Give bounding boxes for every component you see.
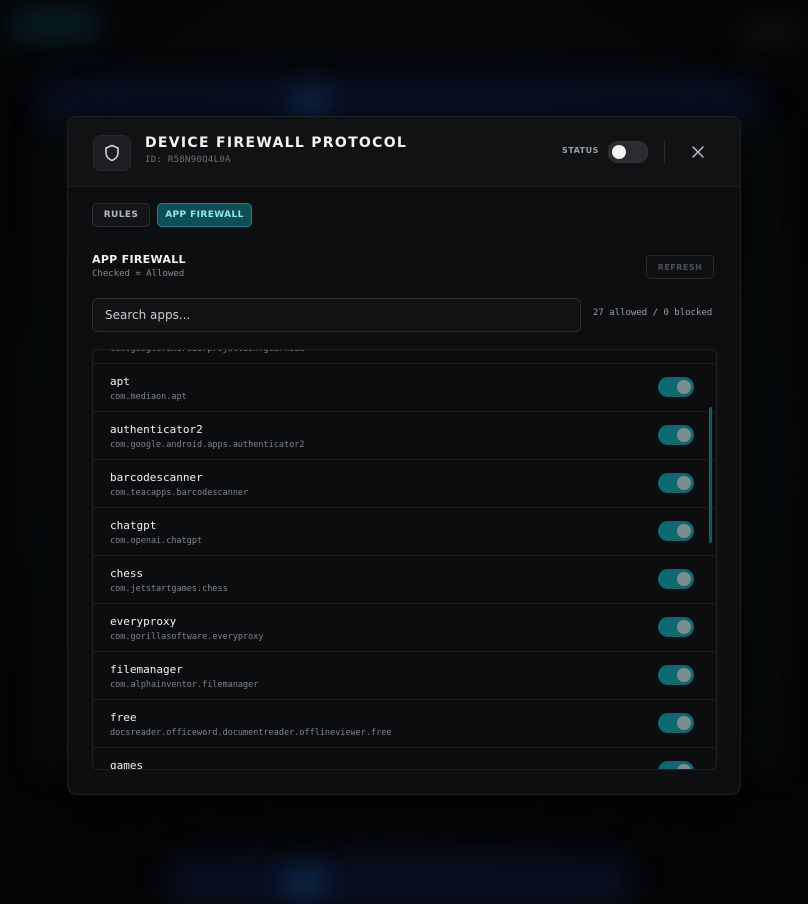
close-button[interactable] [686,141,710,163]
app-package: com.openai.chatgpt [110,536,203,546]
toggle-knob [677,524,691,538]
toggle-knob [677,428,691,442]
app-name: free [110,711,137,724]
toggle-knob [677,668,691,682]
tab-app-firewall[interactable]: APP FIREWALL [157,203,252,227]
allow-toggle[interactable] [658,473,694,493]
app-list-scroll: androidautocom.google.android.projection… [93,349,716,770]
app-row[interactable]: everyproxy com.gorillasoftware.everyproxy [93,604,716,652]
toggle-knob [677,572,691,586]
app-name: barcodescanner [110,471,203,484]
tab-rules[interactable]: RULES [92,203,150,227]
firewall-modal: DEVICE FIREWALL PROTOCOL ID: R58N90Q4L0A… [67,116,741,795]
app-package: com.google.android.apps.authenticator2 [110,440,305,450]
toggle-knob [677,476,691,490]
app-name: apt [110,375,130,388]
backdrop-blur [10,8,100,42]
app-row[interactable]: chess com.jetstartgames.chess [93,556,716,604]
allow-toggle[interactable] [658,521,694,541]
allow-toggle[interactable] [658,713,694,733]
allow-toggle[interactable] [658,569,694,589]
app-name: filemanager [110,663,183,676]
allow-toggle[interactable] [658,425,694,445]
backdrop-blur [290,88,330,118]
scrollbar-thumb[interactable] [709,407,712,543]
refresh-button[interactable]: REFRESH [646,255,714,279]
toggle-knob [677,380,691,394]
app-package: com.teacapps.barcodescanner [110,488,249,498]
status-label: STATUS [562,146,599,155]
app-row[interactable]: gamescom.google.android.play.games [93,748,716,770]
app-package: com.google.android.projection.gearhead [110,349,305,354]
app-name: chess [110,567,144,580]
app-row[interactable]: barcodescanner com.teacapps.barcodescanne… [93,460,716,508]
app-package: com.gorillasoftware.everyproxy [110,632,264,642]
backdrop-blur [285,868,325,898]
toggle-knob [677,764,691,769]
app-row[interactable]: filemanager com.alphainventor.filemanager [93,652,716,700]
app-name: chatgpt [110,519,157,532]
app-name: games [110,759,144,770]
app-name: everyproxy [110,615,177,628]
status-toggle[interactable] [608,141,648,163]
app-package: com.alphainventor.filemanager [110,680,259,690]
app-row[interactable]: chatgpt com.openai.chatgpt [93,508,716,556]
toggle-knob [677,620,691,634]
app-row[interactable]: free docsreader.officeword.documentreader… [93,700,716,748]
shield-icon [93,135,131,171]
app-package: docsreader.officeword.documentreader.off… [110,728,392,738]
device-id: ID: R58N90Q4L0A [145,155,231,165]
header-divider [664,141,665,163]
app-package: com.mediaon.apt [110,392,187,402]
app-list[interactable]: androidautocom.google.android.projection… [92,349,717,770]
modal-header: DEVICE FIREWALL PROTOCOL ID: R58N90Q4L0A… [68,117,740,187]
allow-toggle[interactable] [658,761,694,769]
allow-toggle[interactable] [658,377,694,397]
allowed-blocked-count: 27 allowed / 0 blocked [593,308,713,318]
app-name: authenticator2 [110,423,203,436]
backdrop-blur [740,20,800,48]
allow-toggle[interactable] [658,665,694,685]
app-package: com.jetstartgames.chess [110,584,228,594]
search-input[interactable] [92,298,581,332]
allow-toggle[interactable] [658,617,694,637]
backdrop-blur [170,858,630,904]
backdrop-blur [740,120,780,770]
app-row[interactable]: apt com.mediaon.apt [93,364,716,412]
toggle-knob [612,145,626,159]
toggle-knob [677,716,691,730]
app-row[interactable]: authenticator2 com.google.android.apps.au… [93,412,716,460]
section-title: APP FIREWALL [92,253,186,266]
app-row[interactable]: androidautocom.google.android.projection… [93,349,716,364]
modal-title: DEVICE FIREWALL PROTOCOL [145,135,408,151]
section-subtitle: Checked = Allowed [92,269,185,279]
close-icon [692,146,704,158]
